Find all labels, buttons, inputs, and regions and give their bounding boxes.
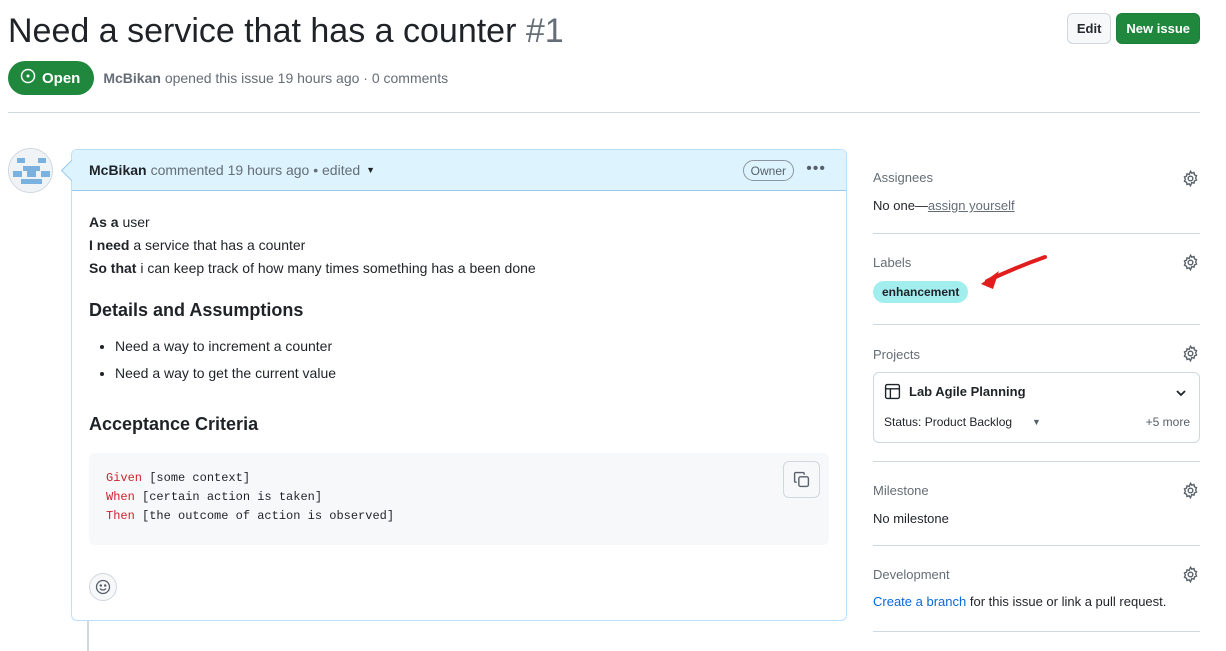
gear-icon[interactable] [1182, 254, 1199, 271]
details-list: Need a way to increment a counter Need a… [115, 333, 829, 387]
code-line: Given [some context] [106, 469, 812, 488]
kebab-icon[interactable]: ••• [806, 161, 826, 177]
story-line: I need a service that has a counter [89, 234, 829, 257]
assignees-section: Assignees No one—assign yourself [873, 150, 1200, 234]
story-keyword: As a [89, 214, 119, 230]
code-keyword: When [106, 490, 135, 504]
labels-section: Labels enhancement [873, 234, 1200, 325]
avatar[interactable] [8, 148, 53, 193]
chevron-down-icon[interactable] [1175, 387, 1187, 399]
story-line: So that i can keep track of how many tim… [89, 257, 829, 280]
development-value: Create a branch for this issue or link a… [873, 594, 1200, 609]
new-issue-button[interactable]: New issue [1116, 13, 1200, 44]
issue-open-icon [20, 68, 36, 88]
list-item: Need a way to increment a counter [115, 333, 829, 360]
owner-badge: Owner [742, 160, 794, 181]
milestone-section: Milestone No milestone [873, 462, 1200, 546]
project-name[interactable]: Lab Agile Planning [909, 384, 1026, 399]
code-text: [certain action is taken] [134, 490, 323, 504]
development-text: for this issue or link a pull request. [966, 594, 1167, 609]
code-line: When [certain action is taken] [106, 488, 812, 507]
code-keyword: Given [106, 471, 143, 485]
issue-sidebar: Assignees No one—assign yourself Labels … [873, 150, 1200, 632]
story-keyword: So that [89, 260, 137, 276]
assignees-none: No one— [873, 198, 928, 213]
red-arrow-annotation [981, 255, 1047, 289]
issue-title-text: Need a service that has a counter [8, 12, 517, 50]
gear-icon[interactable] [1182, 566, 1199, 583]
details-heading: Details and Assumptions [89, 300, 304, 320]
copy-button[interactable] [783, 461, 820, 498]
comment-body: As a user I need a service that has a co… [72, 191, 846, 545]
gear-icon[interactable] [1182, 345, 1199, 362]
acceptance-heading: Acceptance Criteria [89, 414, 259, 434]
story-text: a service that has a counter [129, 237, 306, 253]
timeline-line [87, 621, 89, 651]
table-icon [884, 383, 901, 400]
header-buttons: Edit New issue [1066, 13, 1200, 44]
story-text: user [118, 214, 150, 230]
issue-number: #1 [525, 12, 564, 50]
gear-icon[interactable] [1182, 482, 1199, 499]
gear-icon[interactable] [1182, 170, 1199, 187]
code-text: [some context] [142, 471, 251, 485]
projects-section: Projects Lab Agile Planning Status: Prod… [873, 325, 1200, 462]
assignees-title[interactable]: Assignees [873, 170, 1200, 185]
status-badge: Open [8, 61, 95, 95]
issue-meta: Open McBikan opened this issue 19 hours … [8, 61, 448, 95]
milestone-title[interactable]: Milestone [873, 483, 1200, 498]
milestone-value: No milestone [873, 511, 949, 526]
story-keyword: I need [89, 237, 130, 253]
caret-down-icon[interactable]: ▼ [1032, 417, 1041, 427]
list-item: Need a way to get the current value [115, 360, 829, 387]
story-line: As a user [89, 211, 829, 234]
create-branch-link[interactable]: Create a branch [873, 594, 966, 609]
issue-meta-text: McBikan opened this issue 19 hours ago ·… [103, 70, 448, 86]
assignees-value: No one—assign yourself [873, 198, 1200, 213]
project-status[interactable]: Status: Product Backlog [884, 415, 1012, 429]
issue-comment: McBikan commented 19 hours ago • edited … [71, 149, 847, 621]
assign-yourself-link[interactable]: assign yourself [928, 198, 1015, 213]
issue-author-link[interactable]: McBikan [103, 70, 161, 86]
project-more[interactable]: +5 more [1146, 415, 1190, 429]
comment-author[interactable]: McBikan [89, 162, 147, 178]
status-label: Open [42, 69, 81, 87]
comment-header: McBikan commented 19 hours ago • edited … [72, 150, 846, 191]
label-enhancement[interactable]: enhancement [873, 281, 969, 303]
comment-meta[interactable]: commented 19 hours ago • edited [151, 162, 361, 178]
issue-meta-detail: opened this issue 19 hours ago · 0 comme… [164, 70, 449, 86]
caret-down-icon[interactable]: ▼ [366, 165, 375, 175]
edit-button[interactable]: Edit [1066, 13, 1112, 44]
project-card[interactable]: Lab Agile Planning Status: Product Backl… [873, 372, 1200, 443]
code-block: Given [some context] When [certain actio… [89, 453, 829, 545]
copy-icon [793, 471, 810, 488]
header-divider [8, 112, 1200, 113]
story-text: i can keep track of how many times somet… [136, 260, 536, 276]
projects-title[interactable]: Projects [873, 347, 1200, 362]
issue-header: Need a service that has a counter #1 Edi… [8, 8, 1200, 58]
add-reaction-button[interactable] [89, 573, 117, 601]
code-text: [the outcome of action is observed] [134, 509, 395, 523]
development-section: Development Create a branch for this iss… [873, 546, 1200, 632]
issue-title: Need a service that has a counter #1 [8, 12, 564, 51]
development-title[interactable]: Development [873, 567, 1200, 582]
code-keyword: Then [106, 509, 135, 523]
code-line: Then [the outcome of action is observed] [106, 507, 812, 526]
smiley-icon [95, 579, 111, 595]
